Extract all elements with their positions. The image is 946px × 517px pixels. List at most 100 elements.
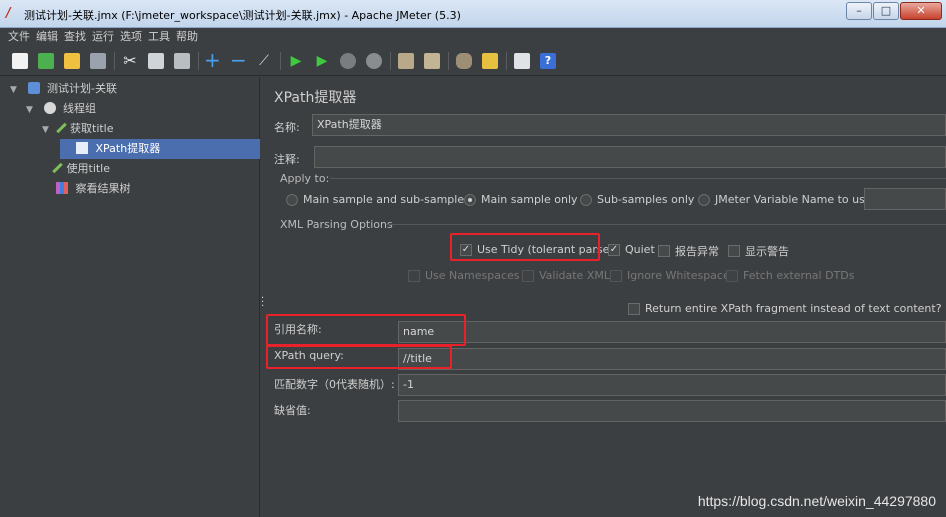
tree-item-get-title[interactable]: ▼ 获取title <box>42 119 114 139</box>
default-value-label: 缺省值: <box>274 404 311 417</box>
radio-main-and-sub[interactable]: Main sample and sub-samples <box>286 193 470 206</box>
radio-label: Sub-samples only <box>597 193 695 206</box>
checkbox-label: Validate XML <box>539 269 610 282</box>
validate-xml-checkbox[interactable]: Validate XML <box>522 269 610 282</box>
annotation-box <box>266 345 452 369</box>
show-warnings-checkbox[interactable]: 显示警告 <box>728 243 789 259</box>
tree-item-label: 使用title <box>66 162 111 175</box>
title-bar: / 测试计划-关联.jmx (F:\jmeter_workspace\测试计划-… <box>0 0 946 28</box>
radio-label: Main sample and sub-samples <box>303 193 470 206</box>
maximize-button[interactable]: □ <box>873 2 899 20</box>
toolbar-separator <box>198 52 199 70</box>
tree-item-results-tree[interactable]: 察看结果树 <box>56 179 131 199</box>
checkbox-box <box>628 302 640 315</box>
open-icon[interactable] <box>64 53 80 69</box>
tree-expand-icon[interactable]: ▼ <box>10 80 20 100</box>
ref-name-field[interactable]: name <box>398 321 946 343</box>
thread-group-icon <box>43 102 56 114</box>
toggle-icon[interactable]: ⟋ <box>256 53 272 69</box>
start-no-pause-icon[interactable]: ▶ <box>314 53 330 69</box>
xml-parsing-label: XML Parsing Options <box>280 218 393 231</box>
menu-edit[interactable]: 编辑 <box>36 28 58 46</box>
tree-item-label: 察看结果树 <box>75 182 131 195</box>
collapse-icon[interactable]: − <box>230 50 247 70</box>
sampler-icon <box>52 162 63 174</box>
radio-dot <box>286 193 298 206</box>
stop-icon[interactable] <box>340 53 356 69</box>
tree-item-use-title[interactable]: 使用title <box>52 159 111 179</box>
checkbox-label: 报告异常 <box>675 245 719 258</box>
reset-search-icon[interactable] <box>482 53 498 69</box>
xpath-extractor-panel: XPath提取器 名称: XPath提取器 注释: Apply to: Main… <box>266 77 946 517</box>
new-icon[interactable] <box>12 53 28 69</box>
checkbox-label: Return entire XPath fragment instead of … <box>645 302 942 315</box>
checkbox-label: Ignore Whitespace <box>627 269 730 282</box>
checkbox-box <box>610 269 622 282</box>
checkbox-box <box>658 245 670 257</box>
checkbox-box <box>408 269 420 282</box>
quiet-checkbox[interactable]: ✓ Quiet <box>608 243 655 256</box>
radio-sub-only[interactable]: Sub-samples only <box>580 193 694 206</box>
name-field[interactable]: XPath提取器 <box>312 114 946 136</box>
comment-field[interactable] <box>314 146 946 168</box>
paste-icon[interactable] <box>174 53 190 69</box>
templates-icon[interactable] <box>38 53 54 69</box>
menu-file[interactable]: 文件 <box>8 28 30 46</box>
apply-to-label: Apply to: <box>280 172 330 185</box>
menu-options[interactable]: 选项 <box>120 28 142 46</box>
jmeter-variable-field[interactable] <box>864 188 946 210</box>
splitter-handle-icon[interactable]: · · · <box>261 294 264 312</box>
checkbox-label: Quiet <box>625 243 655 256</box>
menu-tools[interactable]: 工具 <box>148 28 170 46</box>
toolbar-separator <box>280 52 281 70</box>
tree-item-label: 获取title <box>70 122 114 135</box>
default-value-field[interactable] <box>398 400 946 422</box>
radio-dot <box>698 193 710 206</box>
clear-icon[interactable] <box>398 53 414 69</box>
panel-heading: XPath提取器 <box>274 90 357 106</box>
minimize-button[interactable]: – <box>846 2 872 20</box>
name-label: 名称: <box>274 121 300 134</box>
fetch-dtds-checkbox[interactable]: Fetch external DTDs <box>726 269 854 282</box>
toolbar: ✂ + − ⟋ ▶ ▶ ? <box>0 46 946 76</box>
copy-icon[interactable] <box>148 53 164 69</box>
clear-all-icon[interactable] <box>424 53 440 69</box>
menu-bar: 文件 编辑 查找 运行 选项 工具 帮助 <box>0 28 946 46</box>
menu-run[interactable]: 运行 <box>92 28 114 46</box>
tree-item-label: XPath提取器 <box>95 142 161 155</box>
return-fragment-checkbox[interactable]: Return entire XPath fragment instead of … <box>628 302 942 315</box>
ignore-whitespace-checkbox[interactable]: Ignore Whitespace <box>610 269 730 282</box>
menu-search[interactable]: 查找 <box>64 28 86 46</box>
checkbox-box <box>728 245 740 257</box>
comment-label: 注释: <box>274 153 300 166</box>
tree-expand-icon[interactable]: ▼ <box>42 120 52 140</box>
tree-expand-icon[interactable]: ▼ <box>26 100 36 120</box>
sampler-icon <box>55 122 67 134</box>
toolbar-separator <box>506 52 507 70</box>
expand-icon[interactable]: + <box>204 50 221 70</box>
radio-label: JMeter Variable Name to use <box>715 193 872 206</box>
report-errors-checkbox[interactable]: 报告异常 <box>658 243 719 259</box>
jmeter-feather-icon: / <box>6 6 11 21</box>
radio-main-only[interactable]: Main sample only <box>464 193 578 206</box>
tree-item-test-plan[interactable]: ▼ 测试计划-关联 <box>10 79 117 99</box>
xpath-query-field[interactable]: //title <box>398 348 946 370</box>
annotation-box <box>266 314 466 346</box>
watermark: https://blog.csdn.net/weixin_44297880 <box>697 493 936 509</box>
help-icon[interactable]: ? <box>540 53 556 69</box>
window-controls: – □ ✕ <box>845 2 942 22</box>
start-icon[interactable]: ▶ <box>288 53 304 69</box>
match-number-field[interactable]: -1 <box>398 374 946 396</box>
search-icon[interactable] <box>456 53 472 69</box>
cut-icon[interactable]: ✂ <box>122 53 138 69</box>
function-helper-icon[interactable] <box>514 53 530 69</box>
tree-item-xpath-extractor[interactable]: XPath提取器 <box>60 139 260 159</box>
use-namespaces-checkbox[interactable]: Use Namespaces <box>408 269 520 282</box>
radio-label: Main sample only <box>481 193 578 206</box>
radio-jmeter-variable[interactable]: JMeter Variable Name to use <box>698 193 872 206</box>
save-icon[interactable] <box>90 53 106 69</box>
menu-help[interactable]: 帮助 <box>176 28 198 46</box>
shutdown-icon[interactable] <box>366 53 382 69</box>
close-button[interactable]: ✕ <box>900 2 942 20</box>
tree-item-thread-group[interactable]: ▼ 线程组 <box>26 99 96 119</box>
